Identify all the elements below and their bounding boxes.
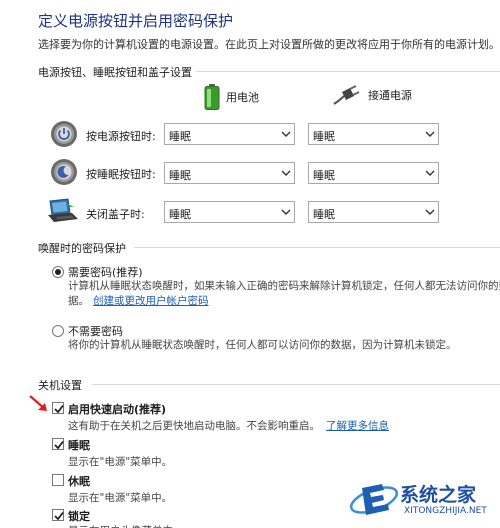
require-password-desc-tail: 据。 <box>68 295 89 307</box>
plugged-column-header: 接通电源 <box>332 84 412 106</box>
chevron-down-icon <box>425 209 435 215</box>
fast-startup-checkbox[interactable] <box>52 402 64 414</box>
laptop-lid-icon <box>48 198 78 222</box>
page-title: 定义电源按钮并启用密码保护 <box>38 12 234 30</box>
require-password-label: 需要密码(推荐) <box>68 266 143 279</box>
lock-option-label: 锁定 <box>68 510 90 523</box>
fast-startup-desc-text: 这有助于在关机之后更快地启动电脑。不会影响重启。 <box>68 420 320 432</box>
password-section-title: 唤醒时的密码保护 <box>38 242 126 255</box>
watermark-text: 系统之家 <box>400 484 477 506</box>
section-divider <box>196 71 500 72</box>
lid-close-battery-select[interactable]: 睡眠 <box>164 201 295 223</box>
sleep-option-label: 睡眠 <box>68 439 90 452</box>
plugged-column-label: 接通电源 <box>368 89 412 102</box>
lid-close-plugged-select[interactable]: 睡眠 <box>308 201 439 223</box>
select-value: 睡眠 <box>169 208 191 221</box>
select-value: 睡眠 <box>313 169 335 182</box>
checkmark-icon <box>54 404 64 414</box>
sleep-button-plugged-select[interactable]: 睡眠 <box>308 162 439 184</box>
select-value: 睡眠 <box>313 130 335 143</box>
checkmark-icon <box>54 511 64 521</box>
power-button-label: 按电源按钮时: <box>86 130 156 143</box>
lock-checkbox[interactable] <box>52 509 64 521</box>
no-password-radio[interactable] <box>52 325 64 337</box>
learn-more-link[interactable]: 了解更多信息 <box>326 418 389 433</box>
battery-icon <box>204 84 220 110</box>
section-divider <box>134 247 500 248</box>
lid-close-label: 关闭盖子时: <box>86 208 145 221</box>
chevron-down-icon <box>281 131 291 137</box>
sleep-option-desc: 显示在"电源"菜单中。 <box>68 456 173 468</box>
battery-column-label: 用电池 <box>226 91 259 104</box>
require-password-desc-line1: 计算机从睡眠状态唤醒时，如果未输入正确的密码来解除计算机锁定，任何人都无法访问你… <box>68 280 500 292</box>
sleep-button-icon <box>51 159 77 185</box>
lock-option-desc: 显示在用户头像菜单中。 <box>68 523 184 528</box>
page-subtitle: 选择要为你的计算机设置的电源设置。在此页上对设置所做的更改将应用于你所有的电源计… <box>38 38 500 51</box>
hibernate-checkbox[interactable] <box>52 474 64 486</box>
sleep-checkbox[interactable] <box>52 438 64 450</box>
fast-startup-label: 启用快速启动(推荐) <box>68 403 167 416</box>
hibernate-option-desc: 显示在"电源"菜单中。 <box>68 492 173 504</box>
battery-column-header: 用电池 <box>204 84 259 110</box>
watermark-url: XITONGZHIJIA.NET <box>404 506 487 516</box>
plug-icon <box>333 85 360 105</box>
select-value: 睡眠 <box>169 130 191 143</box>
select-value: 睡眠 <box>169 169 191 182</box>
fast-startup-desc: 这有助于在关机之后更快地启动电脑。不会影响重启。 了解更多信息 <box>68 418 389 433</box>
no-password-desc: 将你的计算机从睡眠状态唤醒时，任何人都可以访问你的数据，因为计算机未锁定。 <box>68 339 457 351</box>
chevron-down-icon <box>281 170 291 176</box>
hibernate-option-label: 休眠 <box>68 475 90 488</box>
power-button-plugged-select[interactable]: 睡眠 <box>308 123 439 145</box>
chevron-down-icon <box>425 131 435 137</box>
sleep-button-battery-select[interactable]: 睡眠 <box>164 162 295 184</box>
shutdown-section-title: 关机设置 <box>38 379 82 392</box>
change-password-link[interactable]: 创建或更改用户帐户密码 <box>93 294 209 309</box>
red-arrow-pointer <box>29 395 47 411</box>
chevron-down-icon <box>425 170 435 176</box>
checkmark-icon <box>54 440 64 450</box>
select-value: 睡眠 <box>313 208 335 221</box>
power-button-icon <box>51 121 77 147</box>
no-password-label: 不需要密码 <box>68 325 123 338</box>
power-button-battery-select[interactable]: 睡眠 <box>164 123 295 145</box>
chevron-down-icon <box>281 209 291 215</box>
sleep-button-label: 按睡眠按钮时: <box>86 168 156 181</box>
section-divider <box>92 384 500 385</box>
require-password-radio[interactable] <box>52 266 64 278</box>
power-buttons-section-title: 电源按钮、睡眠按钮和盖子设置 <box>38 66 192 79</box>
require-password-desc-line2: 据。 创建或更改用户帐户密码 <box>68 294 209 309</box>
